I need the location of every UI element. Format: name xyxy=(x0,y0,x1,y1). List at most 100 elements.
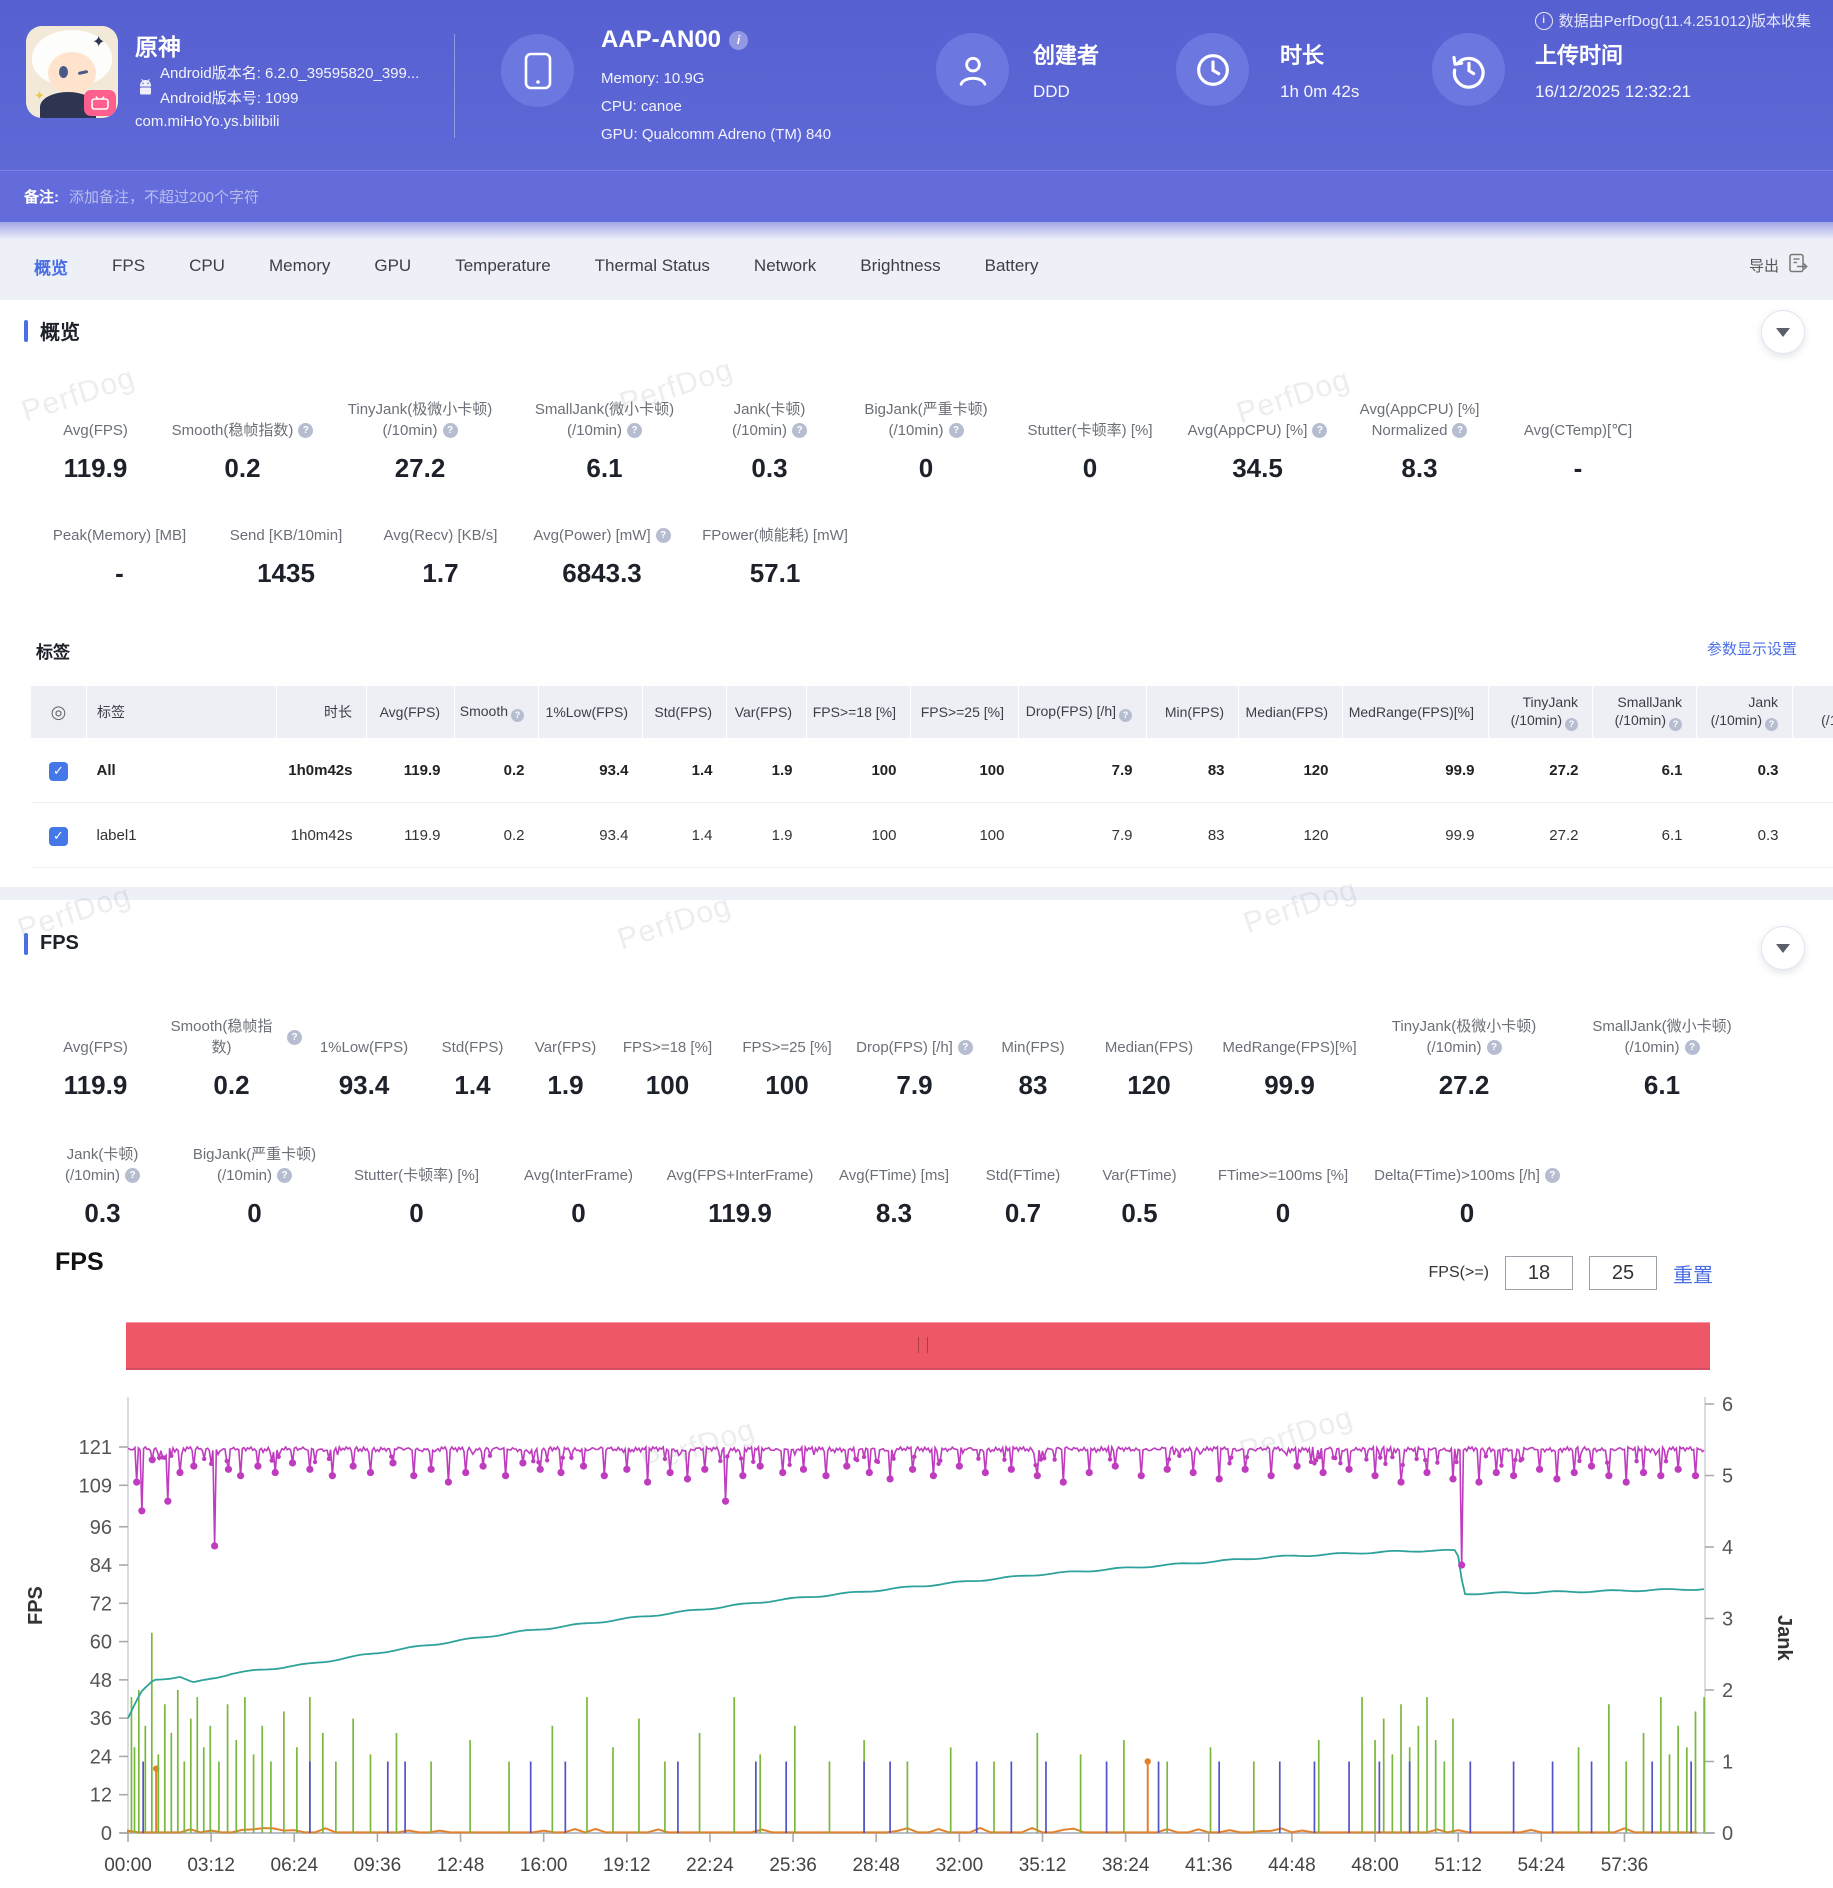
help-icon[interactable]: ? xyxy=(655,528,671,543)
svg-text:5: 5 xyxy=(1722,1466,1733,1488)
metric-value: 0 xyxy=(918,453,934,483)
metric: Var(FPS) 1.9 xyxy=(534,1039,597,1100)
parameter-display-settings-link[interactable]: 参数显示设置 xyxy=(1707,638,1797,659)
help-icon[interactable]: ? xyxy=(1544,1168,1560,1183)
table-cell: 100 xyxy=(910,738,1019,803)
device-gpu: GPU: Qualcomm Adreno (TM) 840 xyxy=(601,126,832,143)
table-cell: 1h0m42s xyxy=(276,738,367,803)
metric: Drop(FPS) [/h]? 7.9 xyxy=(851,1012,978,1101)
tab-item-9[interactable]: Battery xyxy=(963,256,1061,276)
tab-item-1[interactable]: FPS xyxy=(90,256,167,276)
info-icon: i xyxy=(1534,11,1553,30)
table-column-header: FPS>=25 [%] xyxy=(910,686,1019,738)
remark-input[interactable]: 备注: 添加备注，不超过200个字符 xyxy=(0,170,1833,222)
metric-value: - xyxy=(1573,453,1583,483)
table-row[interactable]: ✓ All 1h0m42s 119.9 0.2 93.4 1.4 1.9 100 100 7.9 83… xyxy=(30,738,1833,803)
svg-text:25:36: 25:36 xyxy=(769,1855,817,1876)
metric-value: 83 xyxy=(1018,1070,1048,1100)
help-icon[interactable]: ? xyxy=(1452,423,1468,438)
help-icon[interactable]: ? xyxy=(298,423,314,438)
help-icon[interactable]: ? xyxy=(442,423,458,438)
metric-value: 8.3 xyxy=(1401,453,1438,483)
fps-threshold-input-1[interactable]: 18 xyxy=(1505,1256,1573,1290)
metric-value: 7.9 xyxy=(896,1070,933,1100)
help-icon[interactable]: ? xyxy=(125,1168,140,1183)
metric: FTime>=100ms [%] 0 xyxy=(1217,1167,1349,1228)
creator-value: DDD xyxy=(1033,82,1070,101)
tab-item-7[interactable]: Network xyxy=(732,256,838,276)
svg-text:12: 12 xyxy=(90,1785,112,1807)
tab-item-0[interactable]: 概览 xyxy=(12,254,90,279)
table-column-header: 1%Low(FPS) xyxy=(538,686,643,738)
overview-card: 概览 Avg(FPS) 119.9 Smooth(稳帧指数)? 0.2 TinyJank… xyxy=(0,300,1833,887)
upload-time-value: 16/12/2025 12:32:21 xyxy=(1535,82,1691,101)
metric: Avg(FTime) [ms] 8.3 xyxy=(838,1167,949,1228)
help-icon[interactable]: ? xyxy=(1669,717,1682,731)
help-icon[interactable]: ? xyxy=(1684,1040,1700,1055)
help-icon[interactable]: ? xyxy=(627,423,642,438)
brush-handle-icon[interactable] xyxy=(918,1337,928,1353)
help-icon[interactable]: ? xyxy=(948,423,964,438)
help-icon[interactable]: ? xyxy=(287,1029,302,1045)
duration-value: 1h 0m 42s xyxy=(1280,82,1360,101)
help-icon[interactable]: ? xyxy=(1565,717,1578,731)
overview-collapse-button[interactable] xyxy=(1761,310,1805,354)
tab-item-8[interactable]: Brightness xyxy=(838,256,962,276)
table-row[interactable]: ✓ label1 1h0m42s 119.9 0.2 93.4 1.4 1.9 100 100 7.… xyxy=(30,802,1833,868)
metric-value: 1.7 xyxy=(422,558,459,588)
export-button[interactable]: 导出 xyxy=(1749,252,1809,278)
app-package: com.miHoYo.ys.bilibili xyxy=(135,113,280,130)
chart-brush-selector[interactable] xyxy=(126,1322,1710,1370)
help-icon[interactable]: ? xyxy=(277,1168,292,1183)
metric: Avg(FPS) 119.9 xyxy=(63,422,128,483)
duration-label: 时长 xyxy=(1280,43,1325,68)
help-icon[interactable]: ? xyxy=(792,423,807,438)
help-icon[interactable]: ? xyxy=(511,708,524,722)
overview-section-title: 概览 xyxy=(40,322,80,344)
table-cell: 1.9 xyxy=(726,802,807,868)
metric: Smooth(稳帧指数)? 0.2 xyxy=(161,385,324,484)
help-icon[interactable]: ? xyxy=(1312,423,1328,438)
device-model: AAP-AN00 i xyxy=(601,26,749,54)
help-icon[interactable]: ? xyxy=(1765,717,1778,731)
row-checkbox[interactable]: ✓ xyxy=(49,761,68,781)
tab-item-2[interactable]: CPU xyxy=(167,256,247,276)
table-cell: 1h0m42s xyxy=(276,802,367,868)
fps-collapse-button[interactable] xyxy=(1761,926,1805,970)
labels-table-wrap: ◎ 标签 时长 Avg(FPS) Smooth? 1%Low(FPS) Std(FPS) Va… xyxy=(30,686,1833,868)
help-icon[interactable]: ? xyxy=(1119,708,1132,722)
table-cell: 120 xyxy=(1238,738,1343,803)
tab-item-6[interactable]: Thermal Status xyxy=(573,256,732,276)
table-cell: 1.4 xyxy=(642,802,727,868)
metric: MedRange(FPS)[%] 99.9 xyxy=(1222,1039,1357,1100)
device-info-icon[interactable]: i xyxy=(729,30,749,50)
metric-value: 1.4 xyxy=(454,1070,491,1100)
android-version-name: Android版本名: 6.2.0_39595820_399... xyxy=(160,65,420,82)
tab-item-4[interactable]: GPU xyxy=(352,256,433,276)
metric-value: 27.2 xyxy=(1438,1070,1490,1100)
table-column-header: Jank (/10min)? xyxy=(1696,686,1793,738)
svg-text:00:00: 00:00 xyxy=(104,1855,152,1876)
metric: Jank(卡顿) (/10min)? 0.3 xyxy=(731,401,807,483)
svg-text:48: 48 xyxy=(90,1670,112,1692)
fps-threshold-input-2[interactable]: 25 xyxy=(1589,1256,1657,1290)
row-checkbox[interactable]: ✓ xyxy=(49,826,68,846)
metric: 1%Low(FPS) 93.4 xyxy=(319,1039,409,1100)
visibility-eye-icon[interactable]: ◎ xyxy=(30,686,87,738)
fps-chart[interactable]: 121 109 96 84 72 60 48 36 24 12 0 6 5 4 3 2 1 0 00:00 03:12… xyxy=(0,1380,1833,1888)
tab-item-3[interactable]: Memory xyxy=(247,256,352,276)
metric: FPS>=25 [%] 100 xyxy=(742,1039,832,1100)
metric: Median(FPS) 120 xyxy=(1104,1039,1194,1100)
table-cell: 99.9 xyxy=(1342,802,1489,868)
tab-item-5[interactable]: Temperature xyxy=(433,256,572,276)
reset-button[interactable]: 重置 xyxy=(1673,1259,1713,1288)
svg-text:1: 1 xyxy=(1722,1752,1733,1774)
svg-text:60: 60 xyxy=(90,1632,112,1654)
svg-text:22:24: 22:24 xyxy=(686,1855,734,1876)
app-icon: ✦ ✦ xyxy=(26,26,118,118)
label-name-cell: label1 xyxy=(86,802,277,868)
svg-text:16:00: 16:00 xyxy=(520,1855,568,1876)
metric-value: 0 xyxy=(1459,1198,1475,1228)
help-icon[interactable]: ? xyxy=(1486,1040,1502,1055)
help-icon[interactable]: ? xyxy=(957,1040,973,1055)
